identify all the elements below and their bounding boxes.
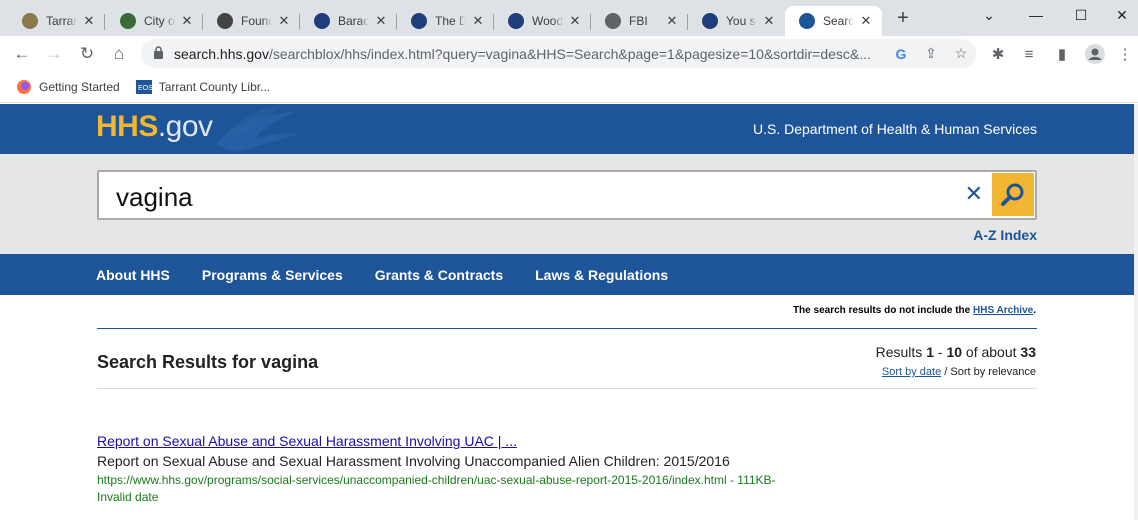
nav-grants-contracts[interactable]: Grants & Contracts — [375, 267, 503, 283]
tab-close-icon[interactable]: ✕ — [81, 13, 97, 29]
bookmark-star-icon[interactable]: ☆ — [946, 45, 976, 62]
results-count: Results 1 - 10 of about 33 — [875, 344, 1036, 360]
hhs-eagle-icon — [215, 104, 300, 152]
browser-tab[interactable]: Wood ✕ — [494, 6, 591, 36]
browser-tab[interactable]: The D ✕ — [397, 6, 494, 36]
back-icon[interactable]: ← — [10, 42, 34, 66]
bookmark-tarrant-library[interactable]: EOS Tarrant County Libr... — [135, 79, 270, 95]
tab-favicon-icon — [508, 13, 524, 29]
maximize-icon[interactable]: ☐ — [1058, 0, 1104, 30]
tab-close-icon[interactable]: ✕ — [761, 13, 777, 29]
nav-about-hhs[interactable]: About HHS — [96, 267, 170, 283]
az-index-link[interactable]: A-Z Index — [973, 227, 1037, 243]
sort-options: Sort by date / Sort by relevance — [881, 366, 1036, 378]
home-icon[interactable]: ⌂ — [107, 42, 131, 66]
search-icon — [1001, 183, 1024, 206]
tab-title: Search — [823, 14, 854, 28]
tab-close-icon[interactable]: ✕ — [470, 13, 486, 29]
tab-close-icon[interactable]: ✕ — [179, 13, 195, 29]
tab-favicon-icon — [120, 13, 136, 29]
browser-tab[interactable]: City of ✕ — [106, 6, 203, 36]
page-content: HHS.gov U.S. Department of Health & Huma… — [0, 104, 1134, 520]
tab-title: Found — [241, 14, 272, 28]
search-band: vagina ✕ A-Z Index — [0, 154, 1134, 254]
tab-close-icon[interactable]: ✕ — [664, 13, 680, 29]
side-panel-icon[interactable]: ▮ — [1052, 44, 1072, 64]
browser-tab[interactable]: Tarrant ✕ — [8, 6, 105, 36]
reading-list-icon[interactable]: ≡ — [1019, 44, 1039, 64]
site-header: HHS.gov U.S. Department of Health & Huma… — [0, 104, 1134, 154]
extensions-icon[interactable]: ✱ — [988, 44, 1008, 64]
tab-favicon-icon — [411, 13, 427, 29]
new-tab-button[interactable]: + — [893, 7, 913, 30]
share-icon[interactable]: ⇪ — [916, 45, 946, 62]
browser-tab[interactable]: FBI ✕ — [591, 6, 688, 36]
tab-favicon-icon — [217, 13, 233, 29]
forward-icon[interactable]: → — [42, 42, 66, 66]
close-window-icon[interactable]: ✕ — [1099, 0, 1138, 30]
nav-programs-services[interactable]: Programs & Services — [202, 267, 343, 283]
tab-title: The D — [435, 14, 466, 28]
clear-search-icon[interactable]: ✕ — [965, 181, 983, 207]
eos-icon: EOS — [135, 79, 153, 95]
bookmark-getting-started[interactable]: Getting Started — [16, 79, 120, 95]
sort-by-relevance: Sort by relevance — [950, 366, 1036, 378]
profile-avatar[interactable] — [1085, 44, 1105, 64]
search-query[interactable]: vagina — [116, 182, 193, 213]
tab-title: You se — [726, 14, 757, 28]
menu-kebab-icon[interactable]: ⋮ — [1115, 44, 1135, 64]
result-title-link[interactable]: Report on Sexual Abuse and Sexual Harass… — [97, 433, 797, 449]
department-name[interactable]: U.S. Department of Health & Human Servic… — [753, 121, 1037, 137]
bookmarks-bar: Getting Started EOS Tarrant County Libr.… — [0, 71, 1138, 103]
tab-search-icon[interactable]: ⌄ — [966, 0, 1012, 30]
tab-favicon-icon — [314, 13, 330, 29]
firefox-icon — [16, 79, 32, 95]
tab-close-icon[interactable]: ✕ — [276, 13, 292, 29]
result-url[interactable]: https://www.hhs.gov/programs/social-serv… — [97, 472, 797, 506]
address-bar[interactable]: search.hhs.gov/searchblox/hhs/index.html… — [141, 39, 976, 68]
search-result: Report on Sexual Abuse and Sexual Harass… — [97, 433, 797, 506]
browser-tab[interactable]: Search ✕ — [785, 6, 882, 36]
tab-strip: Tarrant ✕ City of ✕ Found ✕ Barack ✕ The D ✕ Wood ✕… — [0, 0, 1138, 36]
url-text: search.hhs.gov/searchblox/hhs/index.html… — [174, 45, 871, 62]
hhs-logo[interactable]: HHS.gov — [96, 110, 213, 144]
nav-laws-regulations[interactable]: Laws & Regulations — [535, 267, 668, 283]
tab-favicon-icon — [702, 13, 718, 29]
tab-title: Wood — [532, 14, 563, 28]
tab-favicon-icon — [605, 13, 621, 29]
search-input[interactable]: vagina ✕ — [97, 170, 1037, 220]
tab-favicon-icon — [22, 13, 38, 29]
lock-icon[interactable] — [153, 45, 164, 62]
tab-close-icon[interactable]: ✕ — [567, 13, 583, 29]
reload-icon[interactable]: ↻ — [75, 42, 99, 66]
divider — [97, 328, 1037, 329]
tab-close-icon[interactable]: ✕ — [373, 13, 389, 29]
browser-tab[interactable]: Barack ✕ — [300, 6, 397, 36]
tab-title: City of — [144, 14, 175, 28]
hhs-archive-link[interactable]: HHS Archive — [973, 305, 1033, 316]
minimize-icon[interactable]: — — [1013, 0, 1059, 30]
search-button[interactable] — [992, 173, 1034, 216]
divider — [97, 388, 1037, 389]
main-nav: About HHS Programs & Services Grants & C… — [0, 254, 1134, 295]
google-lens-icon[interactable]: G — [886, 46, 916, 62]
tab-title: FBI — [629, 14, 648, 28]
tab-title: Barack — [338, 14, 369, 28]
sort-by-date-link[interactable]: Sort by date — [882, 366, 941, 378]
browser-toolbar: ← → ↻ ⌂ search.hhs.gov/searchblox/hhs/in… — [0, 36, 1138, 71]
archive-note: The search results do not include the HH… — [792, 305, 1036, 316]
results-heading: Search Results for vagina — [97, 352, 319, 372]
tab-close-icon[interactable]: ✕ — [858, 13, 874, 29]
tab-separator — [104, 14, 105, 30]
result-description: Report on Sexual Abuse and Sexual Harass… — [97, 453, 730, 469]
scrollbar[interactable] — [1134, 104, 1138, 520]
tab-favicon-icon — [799, 13, 815, 29]
browser-tab[interactable]: Found ✕ — [203, 6, 300, 36]
tab-title: Tarrant — [46, 14, 77, 28]
svg-text:EOS: EOS — [138, 85, 152, 92]
browser-tab[interactable]: You se ✕ — [688, 6, 785, 36]
